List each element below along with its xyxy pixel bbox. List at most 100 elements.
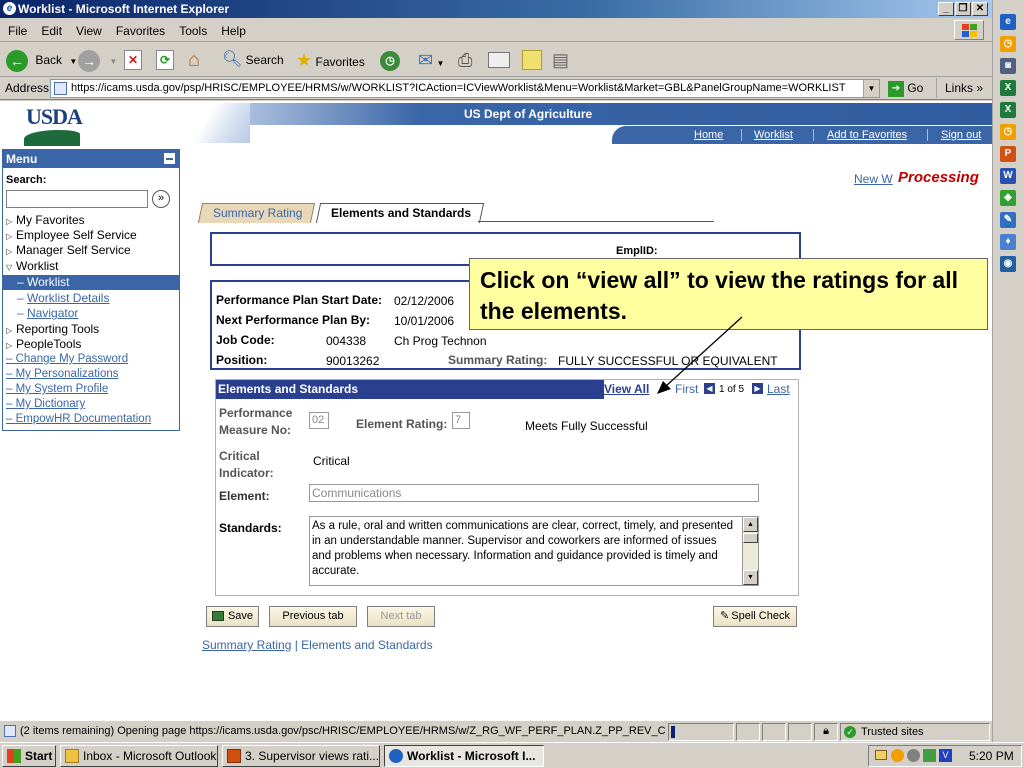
next-arrow-icon[interactable]: ▶ <box>752 383 763 394</box>
menu-item-employee-self-service[interactable]: ▷ Employee Self Service <box>6 228 137 243</box>
status-text: (2 items remaining) Opening page https:/… <box>20 725 666 737</box>
menu-help[interactable]: Help <box>213 18 252 38</box>
previous-tab-button[interactable]: Previous tab <box>269 606 357 627</box>
instruction-callout: Click on “view all” to view the ratings … <box>469 258 988 330</box>
menu-view[interactable]: View <box>68 18 108 38</box>
menu-item-navigator[interactable]: – Navigator <box>17 306 78 321</box>
collapse-icon[interactable] <box>164 153 175 164</box>
standards-scrollbar[interactable]: ▲ ▼ <box>742 517 758 585</box>
stop-button[interactable]: ✕ <box>124 47 142 73</box>
menu-item-change-password[interactable]: – Change My Password <box>6 352 128 367</box>
search-go-icon[interactable]: » <box>152 190 170 208</box>
back-button[interactable]: ← Back ▼ <box>6 47 77 73</box>
menu-edit[interactable]: Edit <box>33 18 68 38</box>
links-button[interactable]: Links » <box>945 81 983 95</box>
restore-button[interactable]: ❐ <box>955 2 971 16</box>
expand-icon: ▷ <box>6 326 13 335</box>
chevron-down-icon[interactable]: ▼ <box>863 80 879 97</box>
performance-measure-field[interactable]: 02 <box>309 412 329 429</box>
menu-item-manager-self-service[interactable]: ▷ Manager Self Service <box>6 243 131 258</box>
scroll-thumb[interactable] <box>743 533 758 543</box>
tray-app-icon[interactable] <box>923 749 936 762</box>
tray-app-icon[interactable] <box>907 749 920 762</box>
menu-item-my-favorites[interactable]: ▷ My Favorites <box>6 213 85 228</box>
start-button[interactable]: Start <box>2 745 56 767</box>
mail-button[interactable]: ✉ ▼ <box>418 47 444 73</box>
ie-icon <box>389 749 403 763</box>
menu-search-input[interactable] <box>6 190 148 208</box>
menu-favorites[interactable]: Favorites <box>108 18 171 38</box>
home-icon: ⌂ <box>188 49 201 71</box>
research-button[interactable]: ▤ <box>552 47 569 73</box>
menu-item-worklist-details[interactable]: – Worklist Details <box>17 291 109 306</box>
page-loading-icon <box>4 725 16 737</box>
view-all-link[interactable]: View All <box>604 380 649 399</box>
sign-out-link[interactable]: Sign out <box>941 129 981 141</box>
clock-icon[interactable]: ◷ <box>1000 36 1016 52</box>
previous-arrow-icon[interactable]: ◀ <box>704 383 715 394</box>
last-link[interactable]: Last <box>767 380 790 399</box>
forward-button[interactable]: → ▼ <box>78 47 117 73</box>
next-tab-button[interactable]: Next tab <box>367 606 435 627</box>
standards-textarea[interactable]: As a rule, oral and written communicatio… <box>309 516 759 586</box>
scroll-up-icon[interactable]: ▲ <box>743 517 758 532</box>
history-button[interactable]: ◷ <box>380 47 400 73</box>
summary-rating-link[interactable]: Summary Rating <box>202 638 291 652</box>
discuss-button[interactable] <box>522 47 542 73</box>
powerpoint-icon[interactable]: P <box>1000 146 1016 162</box>
clock-icon[interactable]: ◷ <box>1000 124 1016 140</box>
add-to-favorites-link[interactable]: Add to Favorites <box>827 129 907 141</box>
print-button[interactable]: ⎙ <box>458 47 472 73</box>
next-plan-value: 10/01/2006 <box>394 314 455 328</box>
home-button[interactable]: ⌂ <box>188 47 200 73</box>
taskbar-item-powerpoint[interactable]: 3. Supervisor views rati... <box>222 745 380 767</box>
app-icon[interactable]: ◙ <box>1000 58 1016 74</box>
search-button[interactable]: 🔍︎ Search <box>222 47 284 73</box>
element-field[interactable]: Communications <box>309 484 759 502</box>
app-icon[interactable]: ♦ <box>1000 234 1016 250</box>
go-button[interactable]: ➔ Go <box>888 79 923 98</box>
minimize-button[interactable]: _ <box>938 2 954 16</box>
word-icon[interactable]: W <box>1000 168 1016 184</box>
tab-elements-and-standards[interactable]: Elements and Standards <box>315 203 485 223</box>
scroll-down-icon[interactable]: ▼ <box>743 570 758 585</box>
menu-item-worklist-folder[interactable]: ▽ Worklist <box>6 259 58 274</box>
edit-button[interactable] <box>488 47 510 73</box>
menu-item-reporting-tools[interactable]: ▷ Reporting Tools <box>6 322 99 337</box>
menu-item-personalizations[interactable]: – My Personalizations <box>6 367 119 382</box>
usda-logo: USDA <box>24 104 83 146</box>
menu-item-dictionary[interactable]: – My Dictionary <box>6 397 85 412</box>
clock-tray-icon[interactable] <box>891 749 904 762</box>
app-icon[interactable]: ◉ <box>1000 256 1016 272</box>
save-button[interactable]: Save <box>206 606 259 627</box>
ie-icon[interactable]: e <box>1000 14 1016 30</box>
url-input[interactable]: https://icams.usda.gov/psp/HRISC/EMPLOYE… <box>50 79 880 98</box>
menu-item-system-profile[interactable]: – My System Profile <box>6 382 108 397</box>
performance-measure-label: Performance Measure No: <box>219 406 293 437</box>
status-panel <box>788 723 812 741</box>
menu-file[interactable]: File <box>0 18 33 38</box>
menu-item-empowhr-docs[interactable]: – EmpowHR Documentation <box>6 412 151 427</box>
first-link[interactable]: First <box>675 380 698 399</box>
standards-text: As a rule, oral and written communicatio… <box>312 520 734 577</box>
network-icon[interactable]: ◈ <box>1000 190 1016 206</box>
mail-tray-icon[interactable] <box>875 750 887 760</box>
refresh-button[interactable]: ⟳ <box>156 47 174 73</box>
app-icon[interactable]: ✎ <box>1000 212 1016 228</box>
favorites-button[interactable]: ★ Favorites <box>296 47 365 73</box>
excel-icon[interactable]: X <box>1000 80 1016 96</box>
menu-tools[interactable]: Tools <box>171 18 213 38</box>
close-button[interactable]: ✕ <box>972 2 988 16</box>
shield-icon[interactable]: V <box>939 749 952 762</box>
worklist-link[interactable]: Worklist <box>754 129 793 141</box>
tab-summary-rating[interactable]: Summary Rating <box>197 203 316 223</box>
spell-check-button[interactable]: ✎ Spell Check <box>713 606 797 627</box>
home-link[interactable]: Home <box>694 129 723 141</box>
taskbar-item-worklist[interactable]: Worklist - Microsoft I... <box>384 745 544 767</box>
menu-item-worklist[interactable]: – Worklist <box>3 275 179 290</box>
menu-item-peopletools[interactable]: ▷ PeopleTools <box>6 337 81 352</box>
new-window-link[interactable]: New W <box>854 172 893 186</box>
taskbar-item-outlook[interactable]: Inbox - Microsoft Outlook <box>60 745 218 767</box>
element-rating-field[interactable]: 7 <box>452 412 470 429</box>
excel-icon[interactable]: X <box>1000 102 1016 118</box>
